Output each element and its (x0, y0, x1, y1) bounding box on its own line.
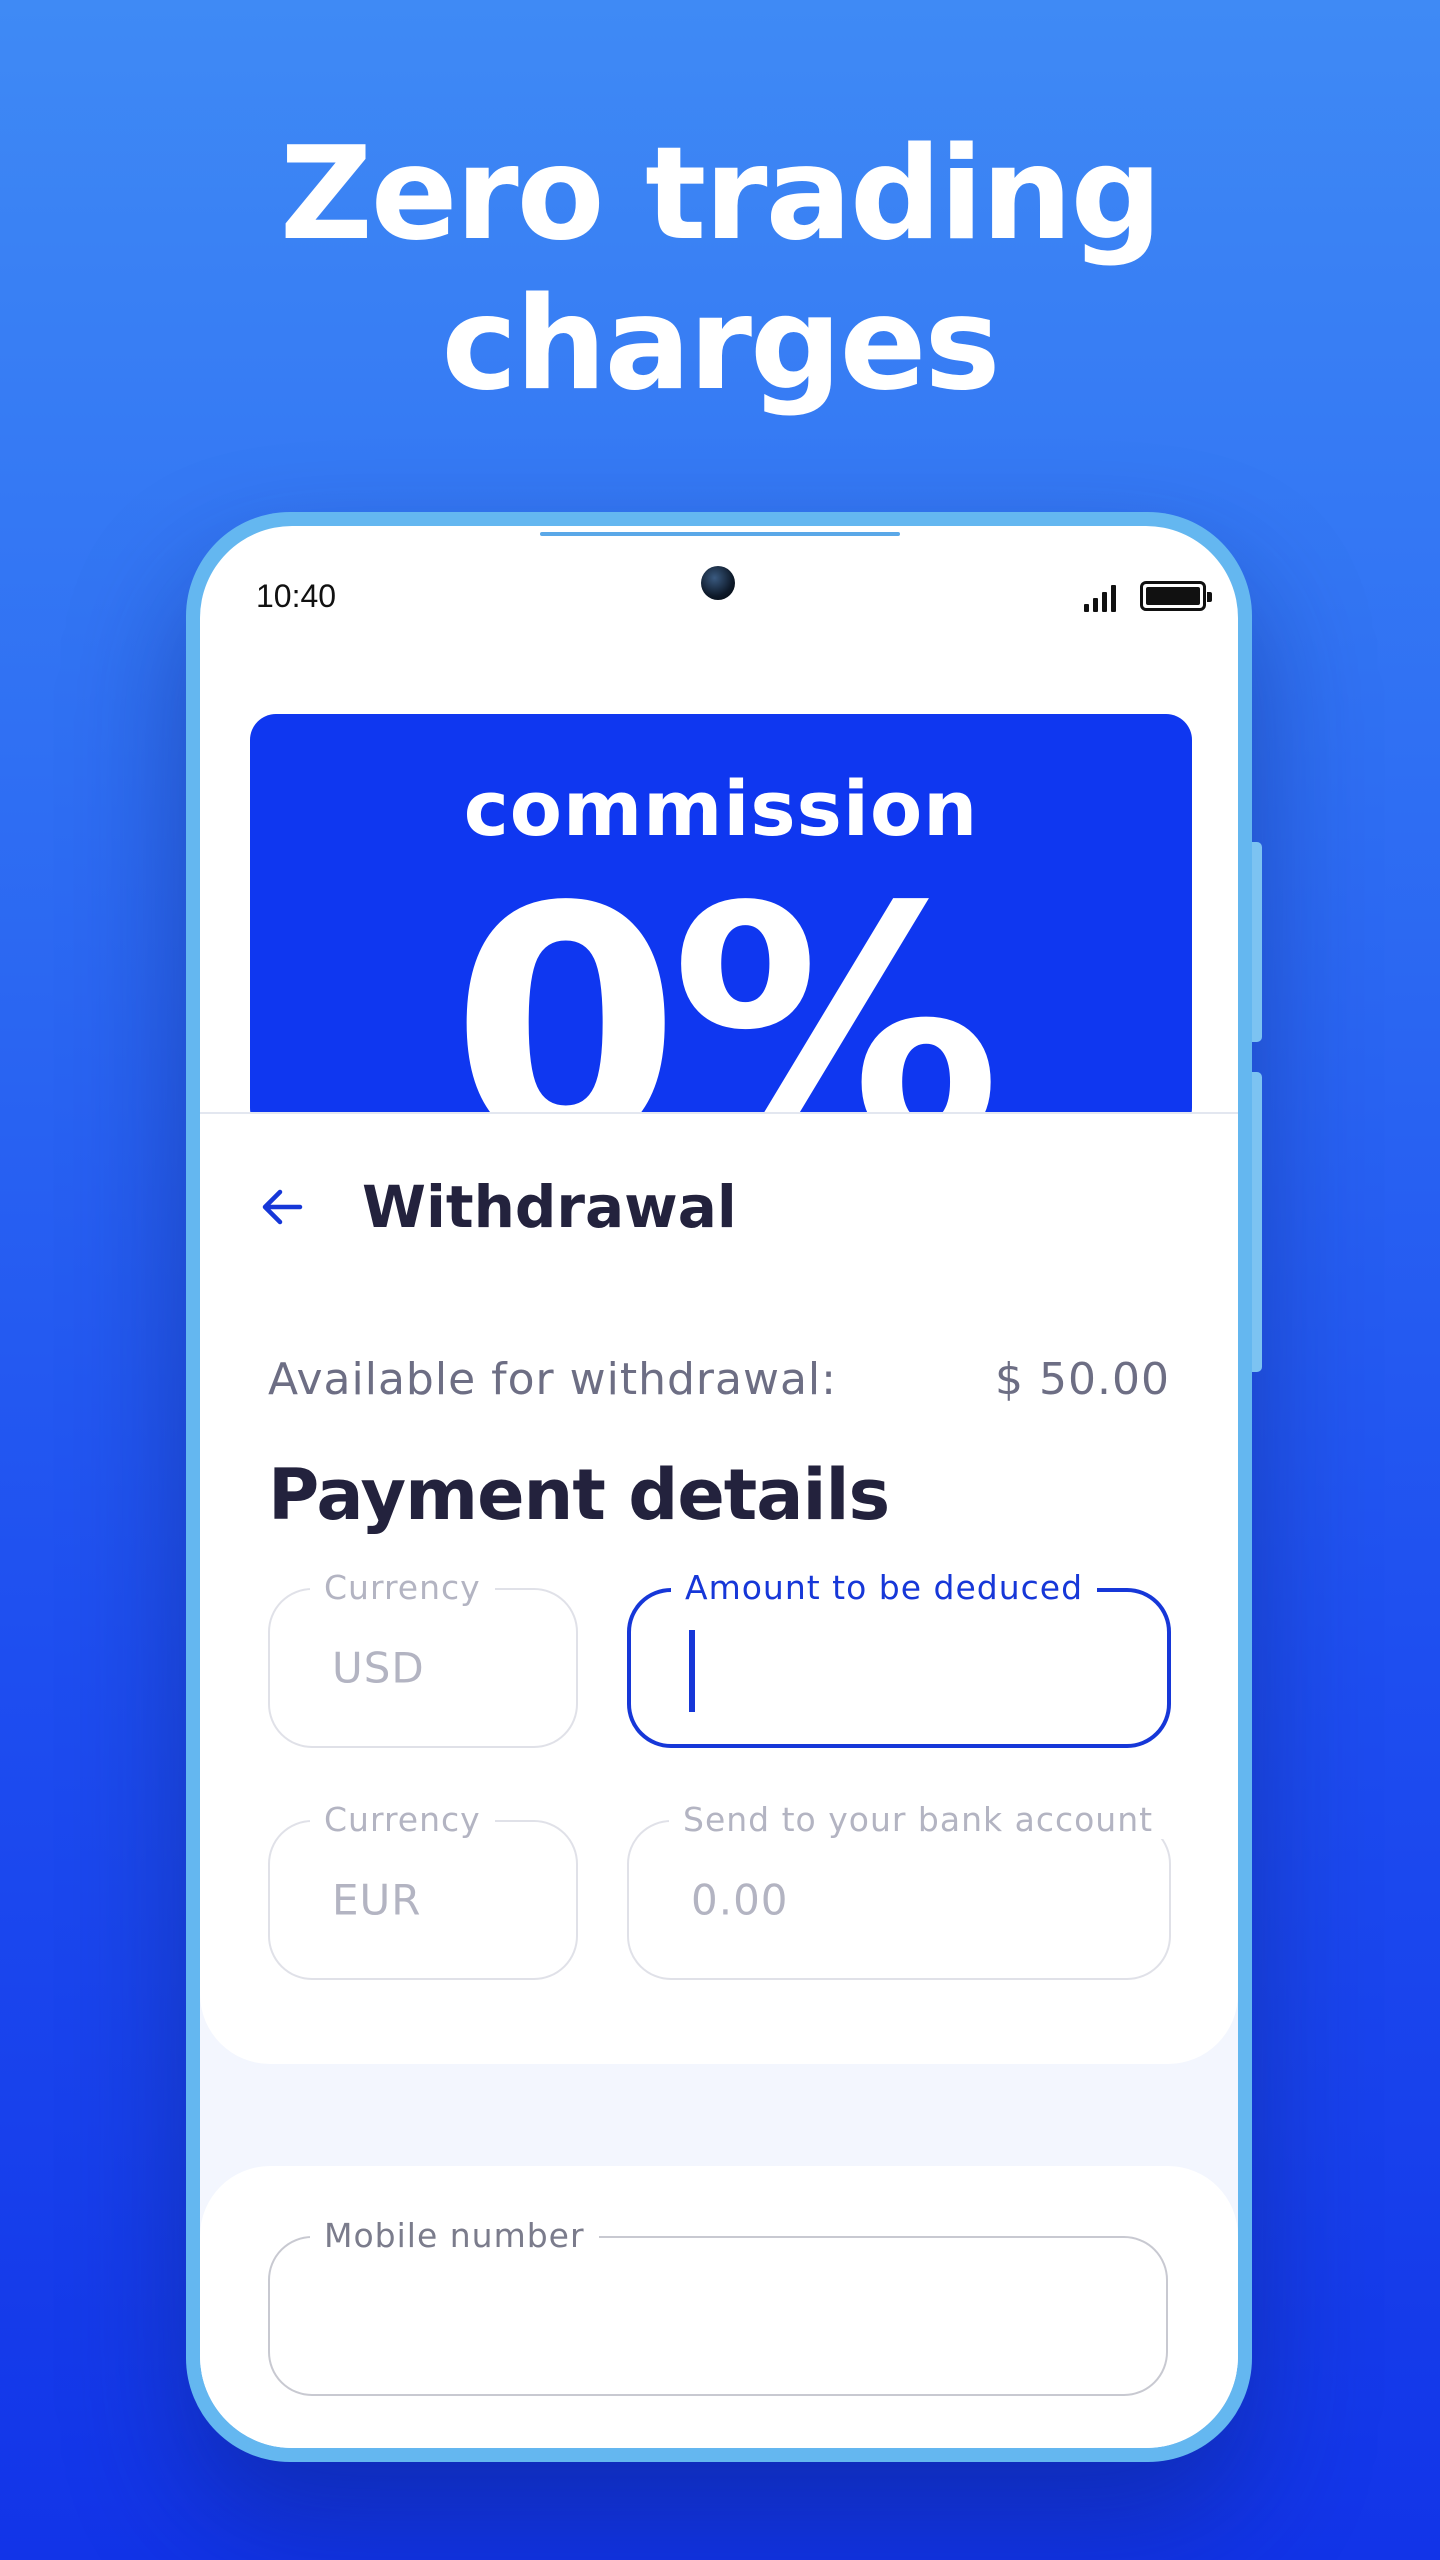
field-label: Currency (310, 1800, 495, 1839)
contact-card: Mobile number (200, 2166, 1238, 2448)
headline-line-1: Zero trading (279, 120, 1162, 269)
field-label: Mobile number (310, 2216, 599, 2255)
bank-amount-field[interactable]: Send to your bank account 0.00 (627, 1800, 1171, 1980)
headline-line-2: charges (441, 270, 1000, 419)
field-label: Amount to be deduced (671, 1568, 1098, 1607)
phone-screen: 10:40 commission 0% Withdrawal Available… (200, 526, 1238, 2448)
nav-bar: Withdrawal (256, 1162, 737, 1252)
currency-to-field[interactable]: Currency EUR (268, 1800, 578, 1980)
withdrawal-sheet: Withdrawal Available for withdrawal: $ 5… (200, 1112, 1238, 2448)
status-time: 10:40 (256, 578, 337, 614)
promo-headline: Zero trading charges (0, 120, 1440, 420)
section-title: Payment details (268, 1454, 890, 1536)
available-label: Available for withdrawal: (268, 1354, 837, 1405)
field-label: Currency (310, 1568, 495, 1607)
phone-frame: 10:40 commission 0% Withdrawal Available… (186, 512, 1262, 2462)
field-value: USD (332, 1643, 425, 1693)
arrow-left-icon[interactable] (256, 1181, 308, 1233)
amount-input[interactable]: Amount to be deduced (627, 1568, 1171, 1748)
page-title: Withdrawal (362, 1173, 737, 1241)
field-value: EUR (332, 1875, 422, 1925)
banner-value: 0% (450, 837, 1001, 1134)
mobile-number-input[interactable]: Mobile number (268, 2216, 1168, 2396)
battery-icon (1140, 581, 1212, 611)
text-caret (689, 1630, 695, 1712)
earpiece (540, 532, 900, 536)
camera-icon (701, 566, 735, 600)
field-value: 0.00 (691, 1875, 789, 1925)
currency-from-field[interactable]: Currency USD (268, 1568, 578, 1748)
phone-power-button (1252, 1072, 1262, 1372)
commission-banner: commission 0% (250, 714, 1192, 1134)
phone-volume-button (1252, 842, 1262, 1042)
available-value: $ 50.00 (995, 1354, 1170, 1405)
field-label: Send to your bank account (669, 1800, 1168, 1839)
payment-card: Withdrawal Available for withdrawal: $ 5… (200, 1114, 1238, 2064)
signal-icon (1084, 582, 1124, 612)
